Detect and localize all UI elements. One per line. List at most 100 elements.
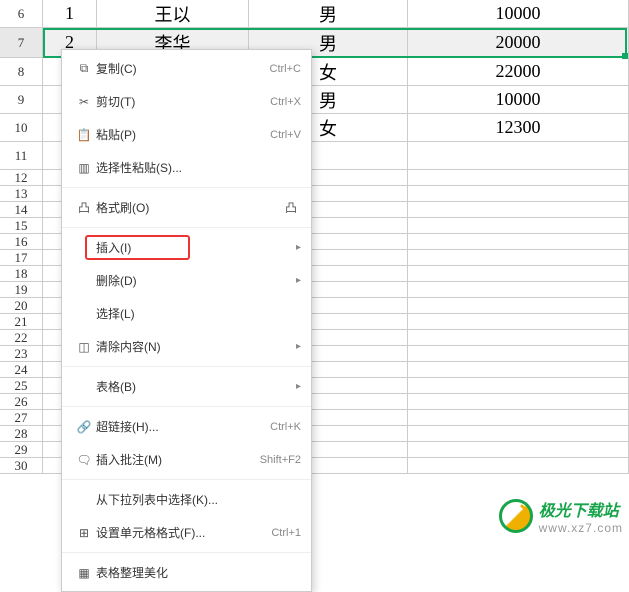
cell[interactable] — [408, 442, 629, 457]
cell[interactable] — [408, 314, 629, 329]
menu-format-painter[interactable]: 凸 格式刷(O) 凸 — [62, 191, 311, 224]
menu-select-label: 选择(L) — [96, 305, 301, 322]
menu-cell-format[interactable]: ⊞ 设置单元格格式(F)... Ctrl+1 — [62, 516, 311, 549]
comment-icon: 🗨 — [72, 453, 96, 467]
row-header[interactable]: 15 — [0, 218, 43, 233]
row-header[interactable]: 24 — [0, 362, 43, 377]
cell[interactable]: 10000 — [408, 0, 629, 27]
chevron-right-icon: ▸ — [296, 341, 301, 352]
row-header[interactable]: 27 — [0, 410, 43, 425]
menu-paste[interactable]: 📋 粘贴(P) Ctrl+V — [62, 118, 311, 151]
menu-comment[interactable]: 🗨 插入批注(M) Shift+F2 — [62, 443, 311, 476]
menu-copy-label: 复制(C) — [96, 60, 270, 77]
cell[interactable]: 20000 — [408, 28, 629, 57]
hyperlink-icon: 🔗 — [72, 420, 96, 434]
cell[interactable]: 男 — [249, 0, 408, 27]
row-header[interactable]: 10 — [0, 114, 43, 141]
paste-special-icon: ▥ — [72, 161, 96, 175]
menu-format-painter-label: 格式刷(O) — [96, 199, 281, 216]
cell[interactable] — [408, 266, 629, 281]
cell[interactable] — [408, 458, 629, 473]
menu-insert-label: 插入(I) — [96, 239, 296, 256]
menu-copy-shortcut: Ctrl+C — [270, 63, 301, 75]
paste-icon: 📋 — [72, 128, 96, 142]
row-header[interactable]: 6 — [0, 0, 43, 27]
menu-select[interactable]: 选择(L) — [62, 297, 311, 330]
cell[interactable] — [408, 298, 629, 313]
menu-separator — [62, 406, 311, 407]
menu-cut-shortcut: Ctrl+X — [270, 96, 301, 108]
cell[interactable] — [408, 142, 629, 169]
row-header[interactable]: 29 — [0, 442, 43, 457]
menu-comment-label: 插入批注(M) — [96, 451, 260, 468]
menu-copy[interactable]: ⧉ 复制(C) Ctrl+C — [62, 52, 311, 85]
format-painter-extra-icon: 凸 — [281, 199, 301, 216]
row-header[interactable]: 17 — [0, 250, 43, 265]
menu-tidy[interactable]: ▦ 表格整理美化 — [62, 556, 311, 589]
menu-delete-label: 删除(D) — [96, 272, 296, 289]
cell[interactable] — [408, 346, 629, 361]
table-row[interactable]: 61王以男10000 — [0, 0, 629, 28]
row-header[interactable]: 12 — [0, 170, 43, 185]
row-header[interactable]: 7 — [0, 28, 43, 57]
cell[interactable]: 22000 — [408, 58, 629, 85]
chevron-right-icon: ▸ — [296, 275, 301, 286]
row-header[interactable]: 22 — [0, 330, 43, 345]
menu-hyperlink-label: 超链接(H)... — [96, 418, 270, 435]
cell[interactable] — [408, 330, 629, 345]
cell[interactable] — [408, 186, 629, 201]
menu-delete[interactable]: 删除(D) ▸ — [62, 264, 311, 297]
menu-separator — [62, 187, 311, 188]
row-header[interactable]: 19 — [0, 282, 43, 297]
row-header[interactable]: 9 — [0, 86, 43, 113]
menu-paste-special[interactable]: ▥ 选择性粘贴(S)... — [62, 151, 311, 184]
row-header[interactable]: 14 — [0, 202, 43, 217]
cell[interactable] — [408, 234, 629, 249]
cell[interactable] — [408, 282, 629, 297]
menu-cell-format-label: 设置单元格格式(F)... — [96, 524, 271, 541]
menu-table[interactable]: 表格(B) ▸ — [62, 370, 311, 403]
row-header[interactable]: 18 — [0, 266, 43, 281]
row-header[interactable]: 8 — [0, 58, 43, 85]
menu-table-label: 表格(B) — [96, 378, 296, 395]
row-header[interactable]: 26 — [0, 394, 43, 409]
cell[interactable]: 王以 — [97, 0, 249, 27]
menu-clear[interactable]: ◫ 清除内容(N) ▸ — [62, 330, 311, 363]
row-header[interactable]: 13 — [0, 186, 43, 201]
cell[interactable] — [408, 250, 629, 265]
cell[interactable] — [408, 218, 629, 233]
row-header[interactable]: 25 — [0, 378, 43, 393]
menu-paste-label: 粘贴(P) — [96, 126, 270, 143]
row-header[interactable]: 30 — [0, 458, 43, 473]
chevron-right-icon: ▸ — [296, 381, 301, 392]
context-menu: ⧉ 复制(C) Ctrl+C ✂ 剪切(T) Ctrl+X 📋 粘贴(P) Ct… — [61, 49, 312, 592]
row-header[interactable]: 16 — [0, 234, 43, 249]
cell[interactable]: 10000 — [408, 86, 629, 113]
watermark-logo-icon — [499, 499, 533, 533]
row-header[interactable]: 23 — [0, 346, 43, 361]
clear-icon: ◫ — [72, 340, 96, 354]
tidy-icon: ▦ — [72, 566, 96, 580]
cell[interactable] — [408, 394, 629, 409]
menu-hyperlink[interactable]: 🔗 超链接(H)... Ctrl+K — [62, 410, 311, 443]
cell[interactable]: 12300 — [408, 114, 629, 141]
cell[interactable] — [408, 378, 629, 393]
row-header[interactable]: 20 — [0, 298, 43, 313]
row-header[interactable]: 11 — [0, 142, 43, 169]
menu-insert[interactable]: 插入(I) ▸ — [62, 231, 311, 264]
menu-cut[interactable]: ✂ 剪切(T) Ctrl+X — [62, 85, 311, 118]
menu-hyperlink-shortcut: Ctrl+K — [270, 421, 301, 433]
cell[interactable] — [408, 170, 629, 185]
cell[interactable]: 1 — [43, 0, 97, 27]
menu-separator — [62, 479, 311, 480]
cell[interactable] — [408, 426, 629, 441]
row-header[interactable]: 21 — [0, 314, 43, 329]
format-painter-icon: 凸 — [72, 199, 96, 216]
menu-paste-shortcut: Ctrl+V — [270, 129, 301, 141]
menu-dropdown-select[interactable]: 从下拉列表中选择(K)... — [62, 483, 311, 516]
menu-comment-shortcut: Shift+F2 — [260, 454, 301, 466]
row-header[interactable]: 28 — [0, 426, 43, 441]
cell[interactable] — [408, 410, 629, 425]
cell[interactable] — [408, 202, 629, 217]
cell[interactable] — [408, 362, 629, 377]
